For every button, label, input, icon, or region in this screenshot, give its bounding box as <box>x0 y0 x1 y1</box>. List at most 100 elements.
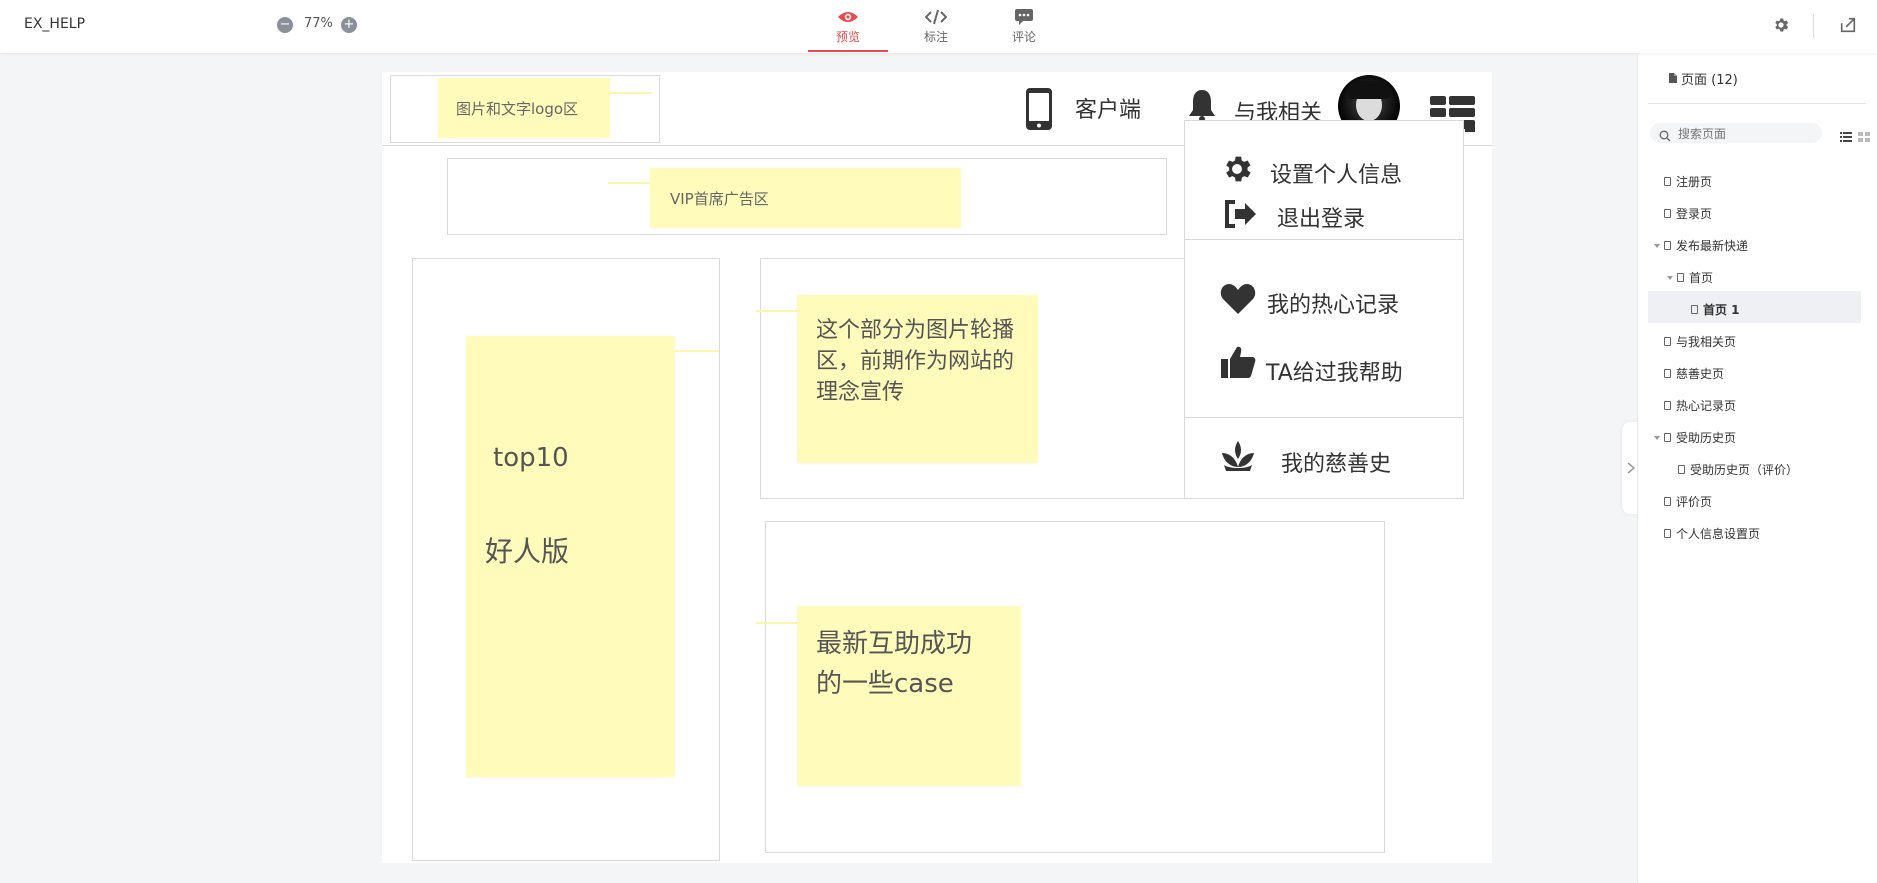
tab-preview-label: 预览 <box>835 30 860 44</box>
share-button[interactable] <box>1839 16 1857 38</box>
page-item-home-1[interactable]: 首页 1 <box>1691 301 1740 318</box>
top10-note-subtitle: 好人版 <box>485 535 570 568</box>
carousel-note-text: 这个部分为图片轮播 区，前期作为网站的 理念宣传 <box>816 315 1014 408</box>
avatar-hair <box>1348 81 1390 99</box>
list-view-icon[interactable] <box>1840 127 1852 146</box>
comment-icon <box>984 6 1064 28</box>
logout-menu-item[interactable] <box>1223 199 1257 233</box>
settings-menu-item[interactable] <box>1220 152 1254 190</box>
code-icon <box>896 6 976 28</box>
page-item-charity[interactable]: 慈善史页 <box>1664 365 1724 382</box>
tab-preview[interactable]: 预览 <box>808 6 888 52</box>
pages-panel: 页面 (12) 搜索页面 注册页 登录页 发布最新快递 首页 首页 1 与我相关… <box>1637 53 1877 883</box>
expand-caret-icon[interactable] <box>1654 435 1660 440</box>
page-item-related[interactable]: 与我相关页 <box>1664 333 1736 350</box>
gear-icon <box>1772 18 1790 38</box>
page-label: 受助历史页（评价） <box>1690 463 1799 477</box>
expand-caret-icon[interactable] <box>1654 243 1660 248</box>
carousel-note-line2: 区，前期作为网站的 <box>816 349 1015 374</box>
page-icon <box>1664 497 1671 506</box>
helped-menu-label[interactable]: TA给过我帮助 <box>1266 355 1403 387</box>
user-dropdown-menu: 设置个人信息 退出登录 我的热心记录 TA给过我帮助 我的慈善史 <box>1184 120 1464 499</box>
page-item-review[interactable]: 评价页 <box>1664 493 1712 510</box>
phone-icon <box>1025 88 1053 135</box>
tab-annotate-label: 标注 <box>923 30 948 44</box>
page-item-publish[interactable]: 发布最新快递 <box>1654 237 1748 254</box>
page-item-aid-history[interactable]: 受助历史页 <box>1654 429 1736 446</box>
tab-annotate[interactable]: 标注 <box>896 6 976 45</box>
page-icon <box>1691 305 1698 314</box>
page-label: 发布最新快递 <box>1676 239 1749 253</box>
page-icon <box>1664 433 1671 442</box>
settings-button[interactable] <box>1772 16 1790 38</box>
annotation-arrow <box>756 310 802 312</box>
tab-comments[interactable]: 评论 <box>984 6 1064 45</box>
page-label: 首页 1 <box>1703 303 1740 317</box>
prototype-canvas: 图片和文字logo区 客户端 与我相关 VIP首席广告区 top10 好人版 这… <box>382 72 1492 863</box>
charity-menu-item[interactable] <box>1220 439 1256 477</box>
charity-menu-label[interactable]: 我的慈善史 <box>1281 446 1391 478</box>
page-item-aid-history-review[interactable]: 受助历史页（评价） <box>1678 461 1798 478</box>
records-menu-label[interactable]: 我的热心记录 <box>1267 287 1399 319</box>
page-item-register[interactable]: 注册页 <box>1664 173 1712 190</box>
top-toolbar: EX_HELP − 77% + 预览 标注 评论 <box>0 0 1877 53</box>
page-icon <box>1664 209 1671 218</box>
cases-note: 最新互助成功 的一些case <box>797 606 1021 786</box>
zoom-out-button[interactable]: − <box>277 17 293 33</box>
page-label: 注册页 <box>1676 175 1713 189</box>
page-icon <box>1664 529 1671 538</box>
page-label: 个人信息设置页 <box>1676 527 1761 541</box>
page-icon <box>1678 465 1685 474</box>
page-icon <box>1664 337 1671 346</box>
carousel-note-line1: 这个部分为图片轮播 <box>816 318 1015 343</box>
logo-note: 图片和文字logo区 <box>438 78 610 138</box>
cases-note-line1: 最新互助成功 <box>816 629 973 659</box>
gear-icon <box>1220 156 1254 190</box>
vip-ad-note-text: VIP首席广告区 <box>670 190 769 208</box>
records-menu-item[interactable] <box>1220 283 1256 319</box>
page-label: 首页 <box>1689 271 1714 285</box>
cases-note-line2: 的一些case <box>816 669 954 699</box>
document-icon <box>1668 69 1678 88</box>
toolbar-divider <box>1813 14 1814 38</box>
selected-page-highlight <box>1648 291 1861 323</box>
heart-icon <box>1220 284 1256 319</box>
page-item-login[interactable]: 登录页 <box>1664 205 1712 222</box>
carousel-note: 这个部分为图片轮播 区，前期作为网站的 理念宣传 <box>797 295 1038 463</box>
page-item-profile-settings[interactable]: 个人信息设置页 <box>1664 525 1760 542</box>
active-tab-indicator <box>808 50 888 52</box>
page-label: 慈善史页 <box>1676 367 1725 381</box>
annotation-arrow <box>675 350 719 352</box>
helped-menu-item[interactable] <box>1220 345 1256 383</box>
cases-note-text: 最新互助成功 的一些case <box>816 624 972 704</box>
page-label: 登录页 <box>1676 207 1713 221</box>
logo-note-text: 图片和文字logo区 <box>456 100 579 118</box>
page-label: 评价页 <box>1676 495 1713 509</box>
page-item-records[interactable]: 热心记录页 <box>1664 397 1736 414</box>
logout-icon <box>1223 200 1257 233</box>
page-icon <box>1677 273 1684 282</box>
expand-caret-icon[interactable] <box>1667 275 1673 280</box>
page-label: 热心记录页 <box>1676 399 1737 413</box>
page-item-home[interactable]: 首页 <box>1667 269 1713 286</box>
lotus-icon <box>1220 441 1256 477</box>
grid-view-icon[interactable] <box>1858 127 1870 146</box>
client-nav-label[interactable]: 客户端 <box>1075 92 1141 124</box>
zoom-level: 77% <box>304 16 333 31</box>
page-icon <box>1664 241 1671 250</box>
top10-note-title: top10 <box>493 443 569 473</box>
carousel-note-line3: 理念宣传 <box>816 380 905 405</box>
client-nav[interactable] <box>1025 87 1053 135</box>
menu-divider <box>1185 239 1463 240</box>
annotation-arrow <box>610 92 652 94</box>
settings-menu-label[interactable]: 设置个人信息 <box>1270 157 1402 189</box>
annotation-arrow <box>608 182 650 184</box>
search-pages-input[interactable]: 搜索页面 <box>1650 123 1822 143</box>
logout-menu-label[interactable]: 退出登录 <box>1277 201 1365 233</box>
top10-note: top10 好人版 <box>466 336 675 777</box>
menu-divider <box>1185 417 1463 418</box>
tab-comments-label: 评论 <box>1011 30 1036 44</box>
thumbs-up-icon <box>1220 346 1256 383</box>
zoom-in-button[interactable]: + <box>341 17 357 33</box>
page-label: 受助历史页 <box>1676 431 1737 445</box>
